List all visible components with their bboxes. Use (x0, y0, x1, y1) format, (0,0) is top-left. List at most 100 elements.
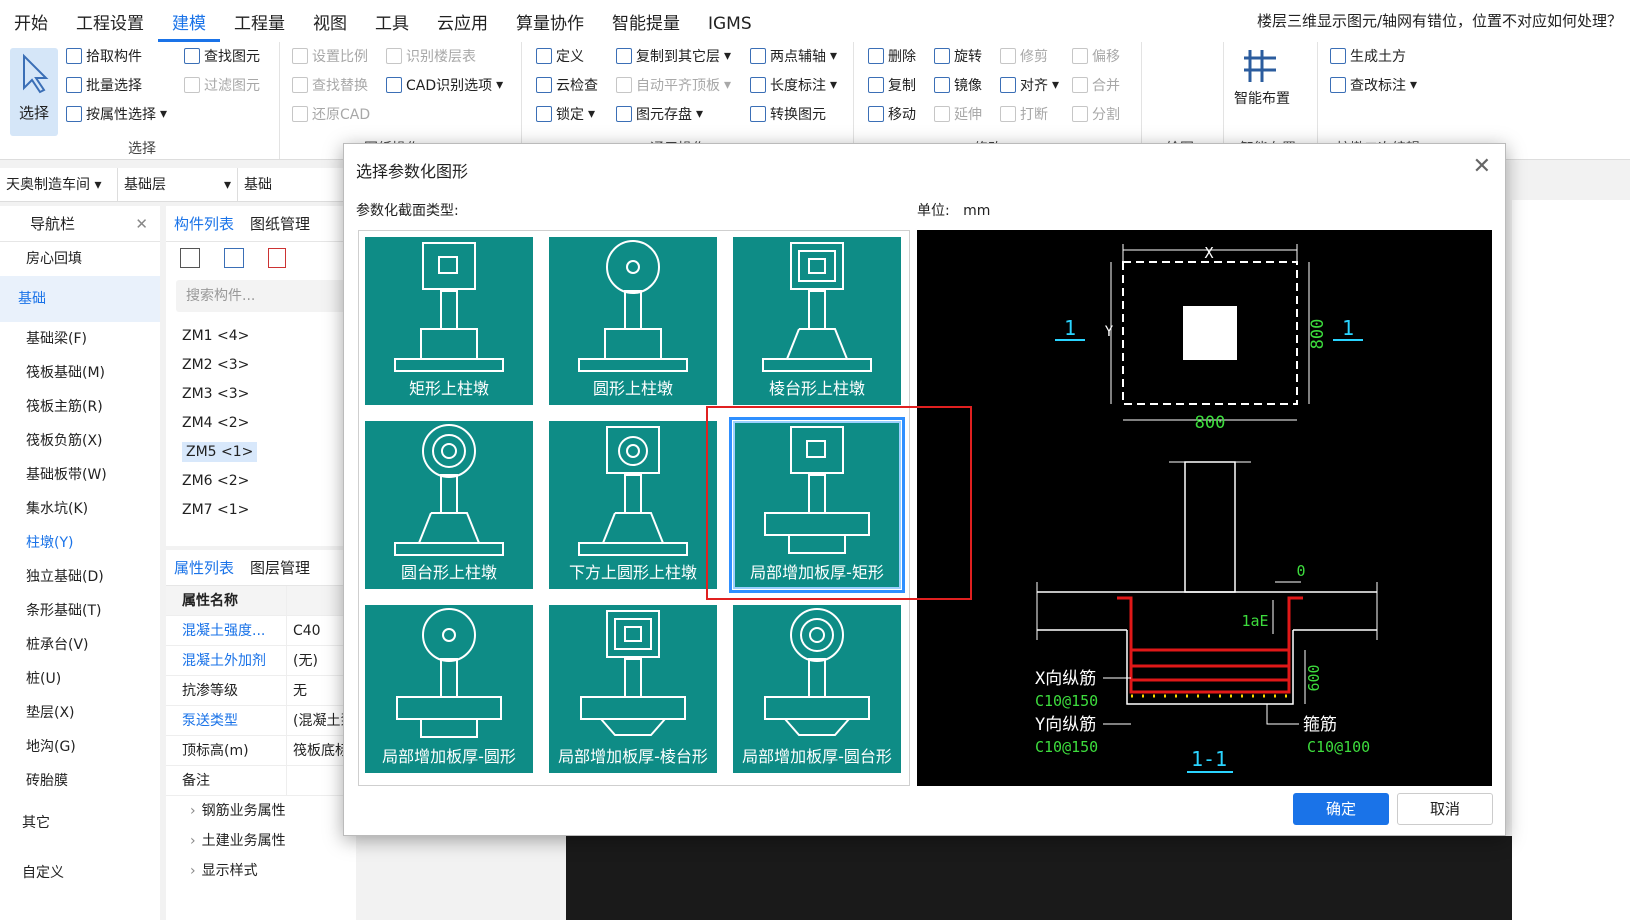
nav-item[interactable]: 桩(U) (0, 662, 160, 696)
shape-tile[interactable]: 局部增加板厚-圆台形 (733, 605, 901, 773)
filter-element-button[interactable]: 过滤图元 (184, 75, 260, 95)
property-group[interactable]: › 钢筋业务属性 (166, 796, 356, 826)
shape-tile[interactable]: 矩形上柱墩 (365, 237, 533, 405)
menu-tab[interactable]: 智能提量 (598, 2, 694, 42)
property-row[interactable]: 备注 (166, 766, 356, 796)
select-button[interactable]: 选择 (10, 48, 58, 136)
shape-tile[interactable]: 局部增加板厚-圆形 (365, 605, 533, 773)
nav-item[interactable]: 其它 (0, 798, 160, 848)
component-item[interactable]: ZM6 <2> (166, 467, 356, 496)
tab-drawing-manage[interactable]: 图纸管理 (242, 206, 318, 241)
tab-layer-manage[interactable]: 图层管理 (242, 550, 318, 585)
property-row[interactable]: 顶标高(m) 筏板底标高 (166, 736, 356, 766)
select-by-attr-button[interactable]: 按属性选择 ▾ (66, 104, 167, 124)
merge-button[interactable]: 合并 (1072, 75, 1120, 95)
property-group[interactable]: › 显示样式 (166, 856, 356, 886)
model-canvas[interactable] (566, 836, 1512, 920)
tab-property-list[interactable]: 属性列表 (166, 550, 242, 585)
help-notice[interactable]: 楼层三维显示图元/轴网有错位，位置不对应如何处理？ (1257, 10, 1622, 31)
menu-tab[interactable]: 算量协作 (502, 2, 598, 42)
menu-tab[interactable]: IGMS (694, 2, 766, 42)
save-element-button[interactable]: 图元存盘 ▾ (616, 104, 703, 124)
cad-options-button[interactable]: CAD识别选项 ▾ (386, 75, 503, 95)
property-row[interactable]: 混凝土强度... C40 (166, 616, 356, 646)
copy-icon[interactable] (224, 248, 244, 268)
shape-tile[interactable]: 下方上圆形上柱墩 (549, 421, 717, 589)
delete-button[interactable]: 删除 (868, 46, 916, 66)
nav-item[interactable]: 基础板带(W) (0, 458, 160, 492)
nav-item[interactable]: 条形基础(T) (0, 594, 160, 628)
category-select[interactable]: 基础 (238, 168, 358, 202)
copy-to-floor-button[interactable]: 复制到其它层 ▾ (616, 46, 731, 66)
trash-icon[interactable] (268, 248, 286, 268)
trim-button[interactable]: 修剪 (1000, 46, 1048, 66)
define-button[interactable]: 定义 (536, 46, 584, 66)
tab-component-list[interactable]: 构件列表 (166, 206, 242, 241)
nav-item[interactable]: 基础 (0, 276, 160, 322)
ok-button[interactable]: 确定 (1293, 793, 1389, 825)
close-icon[interactable]: ✕ (1473, 154, 1491, 179)
nav-item[interactable]: 自定义 (0, 848, 160, 898)
close-icon[interactable]: ✕ (135, 206, 148, 242)
auto-level-top-button[interactable]: 自动平齐顶板 ▾ (616, 75, 731, 95)
lock-button[interactable]: 锁定 ▾ (536, 104, 595, 124)
set-scale-button[interactable]: 设置比例 (292, 46, 368, 66)
nav-item[interactable]: 独立基础(D) (0, 560, 160, 594)
offset-button[interactable]: 偏移 (1072, 46, 1120, 66)
copy-button[interactable]: 复制 (868, 75, 916, 95)
component-item[interactable]: ZM5 <1> (166, 438, 356, 467)
shape-tile[interactable]: 棱台形上柱墩 (733, 237, 901, 405)
nav-item[interactable]: 地沟(G) (0, 730, 160, 764)
menu-tab[interactable]: 工程设置 (62, 2, 158, 42)
align-button[interactable]: 对齐 ▾ (1000, 75, 1059, 95)
two-point-axis-button[interactable]: 两点辅轴 ▾ (750, 46, 837, 66)
menu-tab[interactable]: 工具 (361, 2, 423, 42)
move-button[interactable]: 移动 (868, 104, 916, 124)
extend-button[interactable]: 延伸 (934, 104, 982, 124)
nav-item[interactable]: 砖胎膜 (0, 764, 160, 798)
cloud-check-button[interactable]: 云检查 (536, 75, 598, 95)
break-button[interactable]: 打断 (1000, 104, 1048, 124)
project-select[interactable]: 天奥制造车间 ▾ (0, 167, 118, 202)
menu-tab[interactable]: 建模 (158, 2, 220, 42)
menu-tab[interactable]: 云应用 (423, 2, 502, 42)
nav-item[interactable]: 筏板基础(M) (0, 356, 160, 390)
shape-tile[interactable]: 圆台形上柱墩 (365, 421, 533, 589)
nav-item[interactable]: 筏板负筋(X) (0, 424, 160, 458)
nav-item[interactable]: 集水坑(K) (0, 492, 160, 526)
nav-item[interactable]: 桩承台(V) (0, 628, 160, 662)
search-input[interactable]: 搜索构件... (176, 280, 346, 312)
component-item[interactable]: ZM7 <1> (166, 496, 356, 525)
menu-tab[interactable]: 视图 (299, 2, 361, 42)
generate-earthwork-button[interactable]: 生成土方 (1330, 46, 1406, 66)
cancel-button[interactable]: 取消 (1397, 793, 1493, 825)
pick-component-button[interactable]: 拾取构件 (66, 46, 142, 66)
nav-item[interactable]: 垫层(X) (0, 696, 160, 730)
component-item[interactable]: ZM1 <4> (166, 322, 356, 351)
component-item[interactable]: ZM4 <2> (166, 409, 356, 438)
smart-layout-button[interactable]: 智能布置 (1234, 46, 1290, 108)
property-row[interactable]: 抗渗等级无 (166, 676, 356, 706)
nav-item[interactable]: 筏板主筋(R) (0, 390, 160, 424)
property-row[interactable]: 泵送类型 (混凝土泵) (166, 706, 356, 736)
menu-tab[interactable]: 工程量 (220, 2, 299, 42)
component-item[interactable]: ZM2 <3> (166, 351, 356, 380)
property-row[interactable]: 混凝土外加剂 (无) (166, 646, 356, 676)
edit-label-button[interactable]: 查改标注 ▾ (1330, 75, 1417, 95)
batch-select-button[interactable]: 批量选择 (66, 75, 142, 95)
floor-select[interactable]: 基础层 ▾ (118, 167, 238, 202)
restore-cad-button[interactable]: 还原CAD (292, 104, 370, 124)
find-element-button[interactable]: 查找图元 (184, 46, 260, 66)
property-group[interactable]: › 土建业务属性 (166, 826, 356, 856)
shape-tile[interactable]: 局部增加板厚-棱台形 (549, 605, 717, 773)
find-replace-button[interactable]: 查找替换 (292, 75, 368, 95)
identify-floor-table-button[interactable]: 识别楼层表 (386, 46, 476, 66)
split-button[interactable]: 分割 (1072, 104, 1120, 124)
component-item[interactable]: ZM3 <3> (166, 380, 356, 409)
menu-tab[interactable]: 开始 (0, 2, 62, 42)
nav-item[interactable]: 房心回填 (0, 242, 160, 276)
nav-item[interactable]: 柱墩(Y) (0, 526, 160, 560)
convert-element-button[interactable]: 转换图元 (750, 104, 826, 124)
nav-item[interactable]: 基础梁(F) (0, 322, 160, 356)
length-dim-button[interactable]: 长度标注 ▾ (750, 75, 837, 95)
